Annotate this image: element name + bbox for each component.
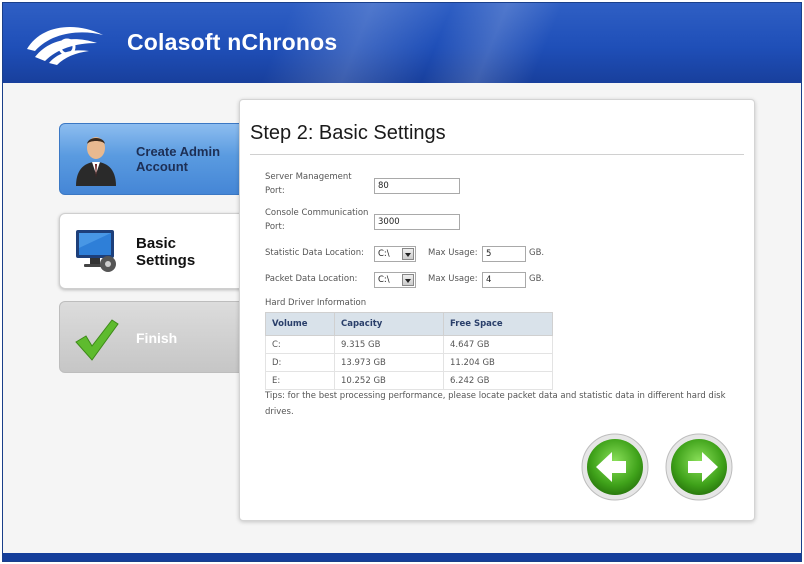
- table-cell: 11.204 GB: [443, 353, 553, 372]
- packet-max-usage-input[interactable]: 4: [482, 272, 526, 288]
- window-frame: Colasoft nChronos Create Admin Account B…: [2, 2, 802, 562]
- statistic-max-usage-label: Max Usage:: [428, 248, 478, 258]
- header-bar: Colasoft nChronos: [3, 3, 801, 83]
- next-button[interactable]: [664, 432, 734, 502]
- back-button[interactable]: [580, 432, 650, 502]
- statistic-location-value: C:\: [378, 249, 390, 259]
- packet-location-value: C:\: [378, 275, 390, 285]
- statistic-location-select[interactable]: C:\: [374, 246, 416, 262]
- step-label: Create Admin Account: [136, 144, 221, 174]
- content-area: Create Admin Account Basic Settings Fini…: [3, 83, 801, 553]
- statistic-max-usage-input[interactable]: 5: [482, 246, 526, 262]
- title-divider: [250, 154, 744, 155]
- table-row: D: 13.973 GB 11.204 GB: [265, 353, 553, 372]
- hard-drive-table: Volume Capacity Free Space C: 9.315 GB 4…: [265, 312, 553, 390]
- server-port-input[interactable]: 80: [374, 178, 460, 194]
- chevron-down-icon[interactable]: [402, 274, 414, 286]
- settings-panel: Step 2: Basic Settings Server Management…: [239, 99, 755, 521]
- table-cell: D:: [265, 353, 335, 372]
- hard-drive-section-label: Hard Driver Information: [265, 298, 367, 308]
- column-header: Volume: [265, 312, 335, 336]
- packet-unit-label: GB.: [529, 274, 545, 284]
- table-cell: 13.973 GB: [334, 353, 444, 372]
- table-row: E: 10.252 GB 6.242 GB: [265, 371, 553, 390]
- statistic-location-label: Statistic Data Location:: [265, 248, 364, 258]
- checkmark-icon: [75, 319, 119, 361]
- step-finish[interactable]: Finish: [59, 301, 249, 373]
- table-cell: 6.242 GB: [443, 371, 553, 390]
- packet-max-usage-label: Max Usage:: [428, 274, 478, 284]
- table-cell: E:: [265, 371, 335, 390]
- statistic-unit-label: GB.: [529, 248, 545, 258]
- table-cell: C:: [265, 335, 335, 354]
- column-header: Capacity: [334, 312, 444, 336]
- colasoft-logo-icon: [27, 26, 103, 65]
- app-title: Colasoft nChronos: [127, 29, 338, 55]
- table-cell: 4.647 GB: [443, 335, 553, 354]
- packet-location-label: Packet Data Location:: [265, 274, 358, 284]
- tips-text: Tips: for the best processing performanc…: [265, 391, 726, 417]
- monitor-settings-icon: [76, 230, 116, 272]
- step-basic-settings[interactable]: Basic Settings: [59, 213, 249, 289]
- step-label: Basic Settings: [136, 235, 196, 269]
- page-title: Step 2: Basic Settings: [250, 122, 446, 144]
- table-cell: 9.315 GB: [334, 335, 444, 354]
- table-row: C: 9.315 GB 4.647 GB: [265, 335, 553, 354]
- console-port-label: Console Communication Port:: [265, 208, 369, 232]
- server-port-label: Server Management Port:: [265, 172, 352, 196]
- table-cell: 10.252 GB: [334, 371, 444, 390]
- column-header: Free Space: [443, 312, 553, 336]
- bottom-bar: [3, 553, 801, 561]
- console-port-input[interactable]: 3000: [374, 214, 460, 230]
- step-create-admin-account[interactable]: Create Admin Account: [59, 123, 249, 195]
- step-label: Finish: [136, 330, 178, 346]
- admin-user-icon: [76, 137, 116, 186]
- packet-location-select[interactable]: C:\: [374, 272, 416, 288]
- installer-window: Colasoft nChronos Create Admin Account B…: [0, 0, 804, 564]
- table-header-row: Volume Capacity Free Space: [265, 312, 553, 336]
- chevron-down-icon[interactable]: [402, 248, 414, 260]
